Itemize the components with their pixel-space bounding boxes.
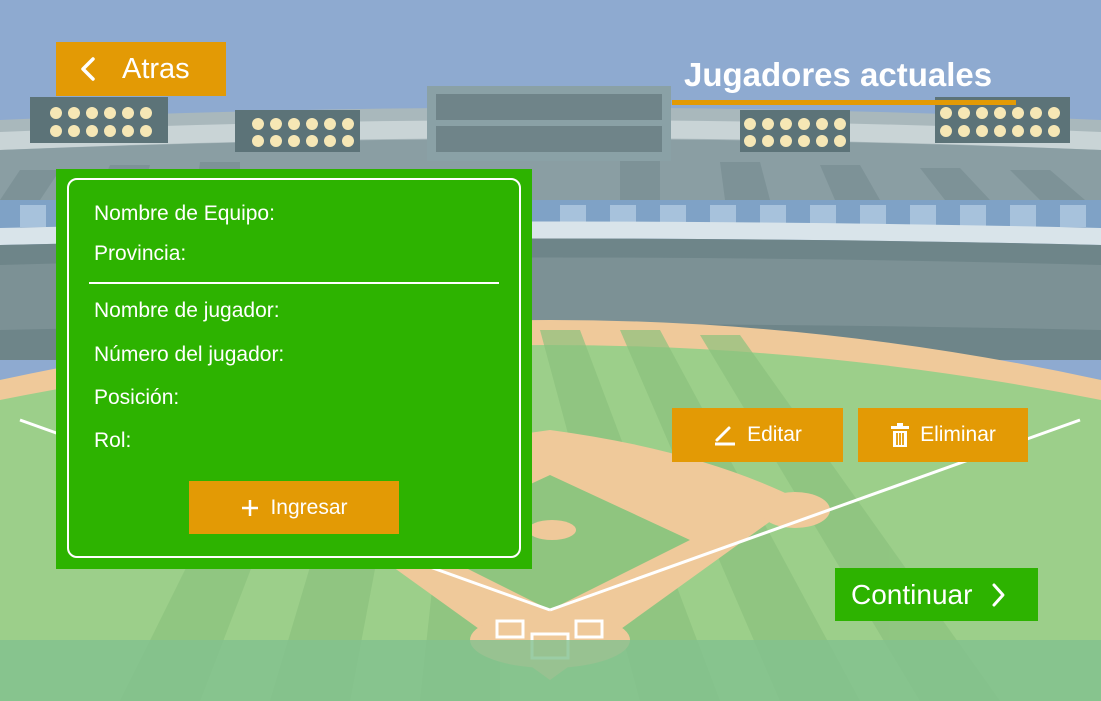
chevron-right-icon (992, 583, 1005, 606)
edit-button-label: Editar (747, 423, 802, 446)
role-label: Rol: (94, 429, 132, 452)
trash-icon (891, 423, 910, 447)
back-button[interactable]: Atras (56, 42, 226, 96)
position-label: Posición: (94, 386, 180, 409)
add-player-button[interactable]: Ingresar (189, 481, 399, 534)
delete-button[interactable]: Eliminar (858, 408, 1028, 462)
pencil-icon (715, 426, 736, 446)
plus-icon (242, 499, 259, 516)
back-button-label: Atras (122, 52, 190, 85)
player-name-label: Nombre de jugador: (94, 299, 280, 322)
edit-button[interactable]: Editar (672, 408, 843, 462)
province-label: Provincia: (94, 242, 187, 265)
player-number-label: Número del jugador: (94, 343, 285, 366)
form-divider (89, 282, 499, 284)
add-player-button-label: Ingresar (270, 495, 348, 519)
team-name-label: Nombre de Equipo: (94, 202, 275, 225)
continue-button[interactable]: Continuar (835, 568, 1038, 621)
delete-button-label: Eliminar (920, 423, 996, 446)
page-title: Jugadores actuales (684, 56, 993, 93)
title-underline (672, 100, 1016, 105)
continue-button-label: Continuar (851, 578, 973, 610)
chevron-left-icon (81, 57, 95, 81)
